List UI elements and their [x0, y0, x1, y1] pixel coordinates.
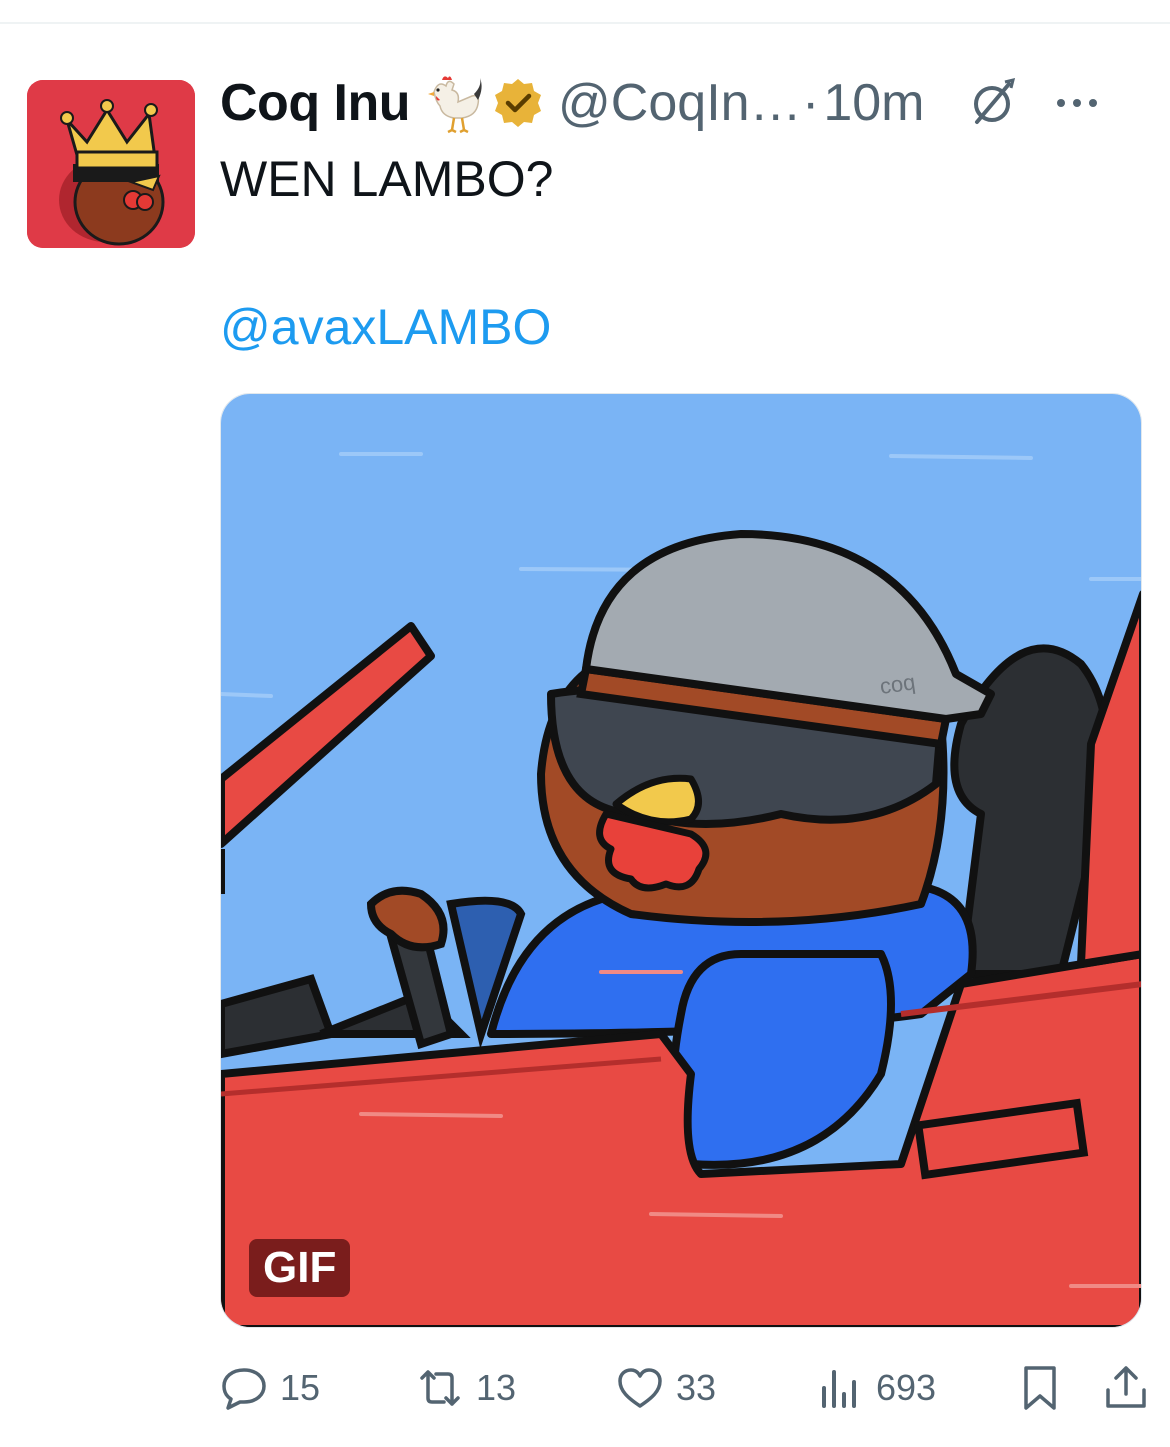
reply-button[interactable]: 15	[220, 1358, 320, 1418]
rooster-driving-car-illustration: coq	[221, 394, 1141, 1327]
share-button[interactable]	[1102, 1358, 1150, 1418]
repost-button[interactable]: 13	[416, 1358, 516, 1418]
share-icon	[1106, 1366, 1146, 1408]
more-options-icon[interactable]	[1053, 93, 1101, 113]
views-button[interactable]: 693	[816, 1358, 936, 1418]
rooster-emoji-icon	[424, 72, 486, 134]
reply-icon	[222, 1368, 266, 1410]
author-handle[interactable]: @CoqIn…	[558, 73, 798, 133]
repost-count: 13	[476, 1367, 517, 1408]
gold-verified-badge-icon[interactable]	[492, 77, 544, 129]
heart-icon	[618, 1368, 662, 1408]
tweet-header: Coq Inu @CoqIn… · 10m	[220, 68, 1150, 138]
bookmark-icon	[1024, 1366, 1056, 1410]
timestamp[interactable]: 10m	[823, 73, 924, 133]
view-count: 693	[876, 1367, 937, 1408]
top-divider	[0, 22, 1170, 24]
avatar[interactable]	[27, 80, 195, 248]
coq-inu-avatar-art	[27, 80, 195, 248]
tweet-media-gif[interactable]: coq GIF	[220, 393, 1142, 1328]
reply-count: 15	[280, 1367, 321, 1408]
mention-link[interactable]: @avaxLAMBO	[220, 298, 551, 356]
action-bar: 15 13 33 693	[220, 1358, 1150, 1418]
views-chart-icon	[822, 1370, 856, 1408]
grok-icon[interactable]	[965, 76, 1019, 130]
bookmark-button[interactable]	[1016, 1358, 1064, 1418]
like-count: 33	[676, 1367, 717, 1408]
author-name[interactable]: Coq Inu	[220, 73, 411, 133]
like-button[interactable]: 33	[616, 1358, 716, 1418]
gif-badge: GIF	[249, 1239, 351, 1297]
separator-dot: ·	[802, 74, 820, 132]
repost-icon	[420, 1370, 460, 1406]
tweet-text: WEN LAMBO?	[220, 151, 554, 207]
svg-text:coq: coq	[878, 669, 917, 699]
